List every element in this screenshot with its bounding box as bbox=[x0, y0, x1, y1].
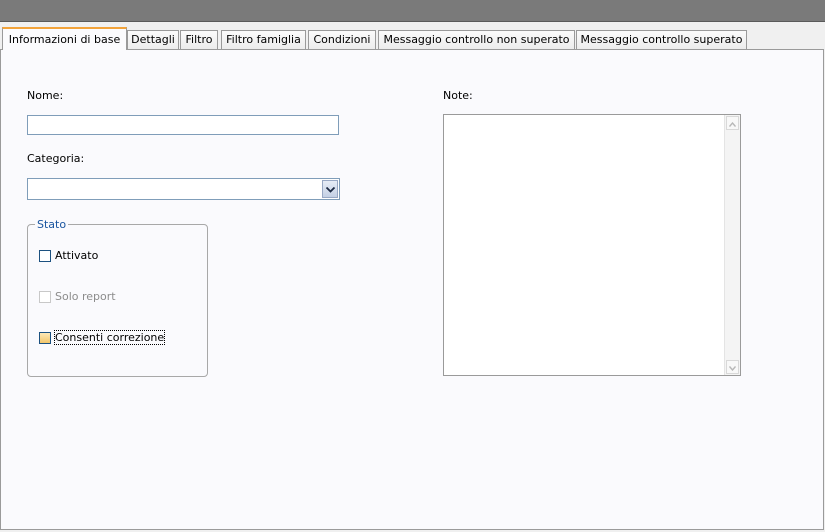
scroll-down-arrow-icon bbox=[728, 361, 737, 374]
solo-report-checkbox[interactable] bbox=[39, 290, 51, 303]
tab-messaggio-controllo-non-superato[interactable]: Messaggio controllo non superato bbox=[378, 30, 575, 49]
tab-dettagli[interactable]: Dettagli bbox=[127, 30, 179, 49]
attivato-checkbox[interactable] bbox=[39, 249, 51, 262]
consenti-correzione-option[interactable]: Consenti correzione bbox=[39, 330, 166, 345]
tab-filtro[interactable]: Filtro bbox=[180, 30, 218, 49]
name-label: Nome: bbox=[27, 89, 64, 102]
attivato-option[interactable]: Attivato bbox=[39, 249, 98, 262]
tab-condizioni[interactable]: Condizioni bbox=[308, 30, 376, 49]
solo-report-label: Solo report bbox=[55, 290, 116, 303]
tab-informazioni-di-base[interactable]: Informazioni di base bbox=[2, 27, 127, 50]
category-dropdown-button[interactable] bbox=[322, 180, 338, 198]
notes-label: Note: bbox=[443, 89, 473, 102]
tab-strip: Informazioni di base Dettagli Filtro Fil… bbox=[0, 27, 825, 50]
solo-report-option[interactable]: Solo report bbox=[39, 290, 116, 303]
category-select[interactable] bbox=[27, 178, 340, 200]
scroll-up-arrow-icon bbox=[728, 117, 737, 130]
scroll-up-button[interactable] bbox=[726, 116, 739, 130]
tab-messaggio-controllo-superato[interactable]: Messaggio controllo superato bbox=[576, 30, 747, 49]
notes-textarea[interactable] bbox=[443, 114, 741, 376]
category-label: Categoria: bbox=[27, 152, 85, 165]
title-bar bbox=[0, 0, 825, 22]
consenti-correzione-label: Consenti correzione bbox=[53, 330, 166, 345]
stato-groupbox: Stato Attivato Solo report Consenti corr… bbox=[27, 218, 208, 377]
name-input[interactable] bbox=[27, 115, 339, 135]
stato-legend: Stato bbox=[35, 218, 69, 231]
notes-vertical-scrollbar[interactable] bbox=[724, 115, 740, 375]
consenti-correzione-checkbox[interactable] bbox=[39, 331, 51, 344]
chevron-down-icon bbox=[325, 183, 335, 196]
tab-filtro-famiglia[interactable]: Filtro famiglia bbox=[221, 30, 306, 49]
attivato-label: Attivato bbox=[55, 249, 99, 262]
tab-content-panel: Nome: Categoria: Stato Attivato Solo rep… bbox=[0, 49, 824, 530]
scroll-down-button[interactable] bbox=[726, 360, 739, 374]
